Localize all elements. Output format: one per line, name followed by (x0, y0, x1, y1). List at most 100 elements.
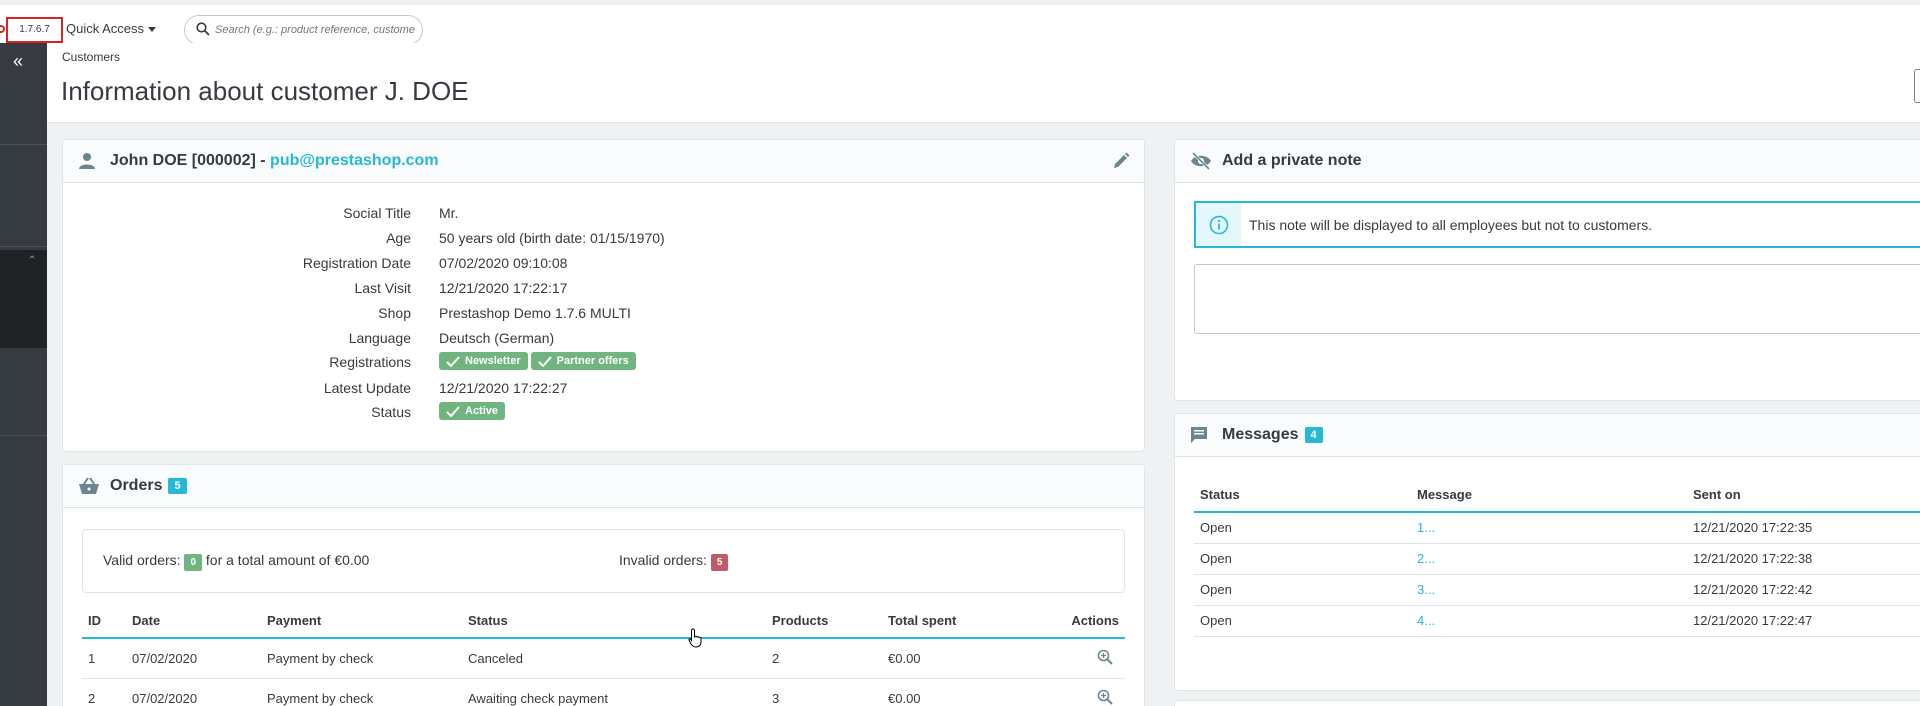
info-label: Shop (378, 305, 411, 321)
info-label: Last Visit (354, 280, 411, 296)
table-row: Open 3... 12/21/2020 17:22:42 (1194, 574, 1920, 606)
order-actions-cell (1042, 638, 1125, 679)
message-cell-message[interactable]: 3... (1411, 574, 1687, 606)
order-cell-status: Awaiting check payment (462, 678, 766, 706)
zoom-icon[interactable] (1097, 649, 1113, 665)
message-cell-message[interactable]: 4... (1411, 605, 1687, 637)
messages-table-header: Status Message Sent on (1194, 478, 1920, 513)
breadcrumb[interactable]: Customers (62, 50, 120, 64)
table-row: Open 2... 12/21/2020 17:22:38 (1194, 543, 1920, 575)
customer-email-link[interactable]: pub@prestashop.com (270, 152, 439, 170)
messages-title: Messages (1222, 426, 1299, 443)
order-cell-products: 2 (766, 638, 882, 679)
version-badge: 1.7.6.7 (6, 17, 63, 43)
registration-tag: Newsletter (439, 352, 528, 370)
user-icon (78, 152, 100, 170)
check-icon (446, 405, 460, 417)
info-value: 07/02/2020 09:10:08 (439, 255, 568, 271)
valid-orders-badge: 0 (184, 554, 203, 571)
header-action-button[interactable] (1914, 69, 1920, 103)
search-input[interactable] (215, 21, 415, 39)
valid-orders-amount: for a total amount of €0.00 (205, 552, 370, 568)
private-note-title: Add a private note (1222, 152, 1362, 169)
invalid-orders-label: Invalid orders: (619, 552, 707, 568)
col-total-spent[interactable]: Total spent (882, 604, 1042, 639)
message-cell-sent: 12/21/2020 17:22:42 (1687, 574, 1920, 606)
col-id[interactable]: ID (82, 604, 126, 639)
order-cell-id: 2 (82, 678, 126, 706)
message-cell-message[interactable]: 2... (1411, 543, 1687, 575)
info-row: Registration Date 07/02/2020 09:10:08 (63, 255, 1146, 275)
table-row: Open 4... 12/21/2020 17:22:47 (1194, 605, 1920, 637)
sidebar-item-customers[interactable] (0, 250, 47, 348)
registration-label: Newsletter (465, 355, 521, 367)
col-actions: Actions (1042, 604, 1125, 639)
orders-count-badge: 5 (168, 478, 187, 494)
col-msg-sent-on: Sent on (1687, 478, 1920, 513)
table-row: Open 1... 12/21/2020 17:22:35 (1194, 512, 1920, 544)
order-cell-payment: Payment by check (261, 638, 462, 679)
search-icon (196, 22, 210, 39)
private-note-textarea[interactable] (1194, 264, 1920, 334)
orders-card-header: Orders 5 (63, 465, 1144, 508)
chevron-up-icon: ⌃ (28, 255, 37, 266)
info-row: Latest Update 12/21/2020 17:22:27 (63, 380, 1146, 400)
version-marker (0, 25, 5, 33)
collapse-sidebar-icon[interactable]: « (13, 51, 23, 72)
customer-card: John DOE [000002] - pub@prestashop.com S… (62, 139, 1145, 452)
info-value: Deutsch (German) (439, 330, 555, 346)
info-value: Newsletter Partner offers (439, 352, 639, 370)
info-value: 12/21/2020 17:22:17 (439, 280, 568, 296)
sidebar: « ⌃ (0, 43, 47, 706)
check-icon (537, 355, 552, 367)
order-cell-date: 07/02/2020 (126, 638, 261, 679)
valid-orders-label: Valid orders: (103, 552, 181, 568)
info-row: Age 50 years old (birth date: 01/15/1970) (63, 230, 1146, 250)
customer-card-header: John DOE [000002] - pub@prestashop.com (63, 140, 1144, 183)
message-cell-message[interactable]: 1... (1411, 512, 1687, 544)
info-label: Age (386, 230, 411, 246)
info-row: Last Visit 12/21/2020 17:22:17 (63, 280, 1146, 300)
order-cell-total: €0.00 (882, 638, 1042, 679)
valid-orders: Valid orders: 0 for a total amount of €0… (103, 552, 369, 571)
table-row[interactable]: 1 07/02/2020 Payment by check Canceled 2 €0.0… (82, 638, 1125, 679)
order-cell-status: Canceled (462, 638, 766, 679)
private-note-header: Add a private note (1175, 140, 1920, 183)
col-payment[interactable]: Payment (261, 604, 462, 639)
orders-table-wrap: ID Date Payment Status Products Total sp… (82, 604, 1125, 706)
status-label: Active (465, 405, 499, 417)
registration-label: Partner offers (556, 355, 629, 367)
info-row: Shop Prestashop Demo 1.7.6 MULTI (63, 305, 1146, 325)
messages-table-body: Open 1... 12/21/2020 17:22:35 Open 2... 12/21… (1194, 512, 1920, 637)
customer-name: John DOE [000002] - (110, 152, 271, 169)
note-info-alert: This note will be displayed to all emplo… (1194, 201, 1920, 248)
zoom-icon[interactable] (1097, 689, 1113, 705)
orders-table: ID Date Payment Status Products Total sp… (82, 604, 1125, 706)
info-label: Social Title (343, 205, 411, 221)
col-products[interactable]: Products (766, 604, 882, 639)
quick-access-dropdown[interactable]: Quick Access (66, 21, 157, 36)
col-msg-status: Status (1194, 478, 1411, 513)
orders-summary: Valid orders: 0 for a total amount of €0… (82, 529, 1125, 593)
messages-count-badge: 4 (1304, 427, 1323, 443)
sidebar-divider (0, 246, 47, 247)
messages-card: Messages 4 Status Message Sent on Open 1.… (1174, 413, 1920, 691)
shopping-basket-icon (78, 477, 100, 495)
orders-table-header: ID Date Payment Status Products Total sp… (82, 604, 1125, 639)
search-box[interactable] (184, 15, 423, 45)
edit-pencil-icon[interactable] (1112, 152, 1130, 175)
col-msg-message: Message (1411, 478, 1687, 513)
info-label: Status (371, 404, 411, 420)
message-icon (1190, 426, 1212, 444)
order-cell-date: 07/02/2020 (126, 678, 261, 706)
status-badge: Active (439, 402, 506, 420)
table-row[interactable]: 2 07/02/2020 Payment by check Awaiting chec… (82, 678, 1125, 706)
col-status[interactable]: Status (462, 604, 766, 639)
col-date[interactable]: Date (126, 604, 261, 639)
info-value: 12/21/2020 17:22:27 (439, 380, 568, 396)
top-bar: 1.7.6.7 Quick Access (0, 0, 1920, 45)
message-cell-status: Open (1194, 512, 1411, 544)
info-value: Mr. (439, 205, 459, 221)
invalid-orders-badge: 5 (710, 554, 729, 571)
next-card (1174, 700, 1920, 706)
